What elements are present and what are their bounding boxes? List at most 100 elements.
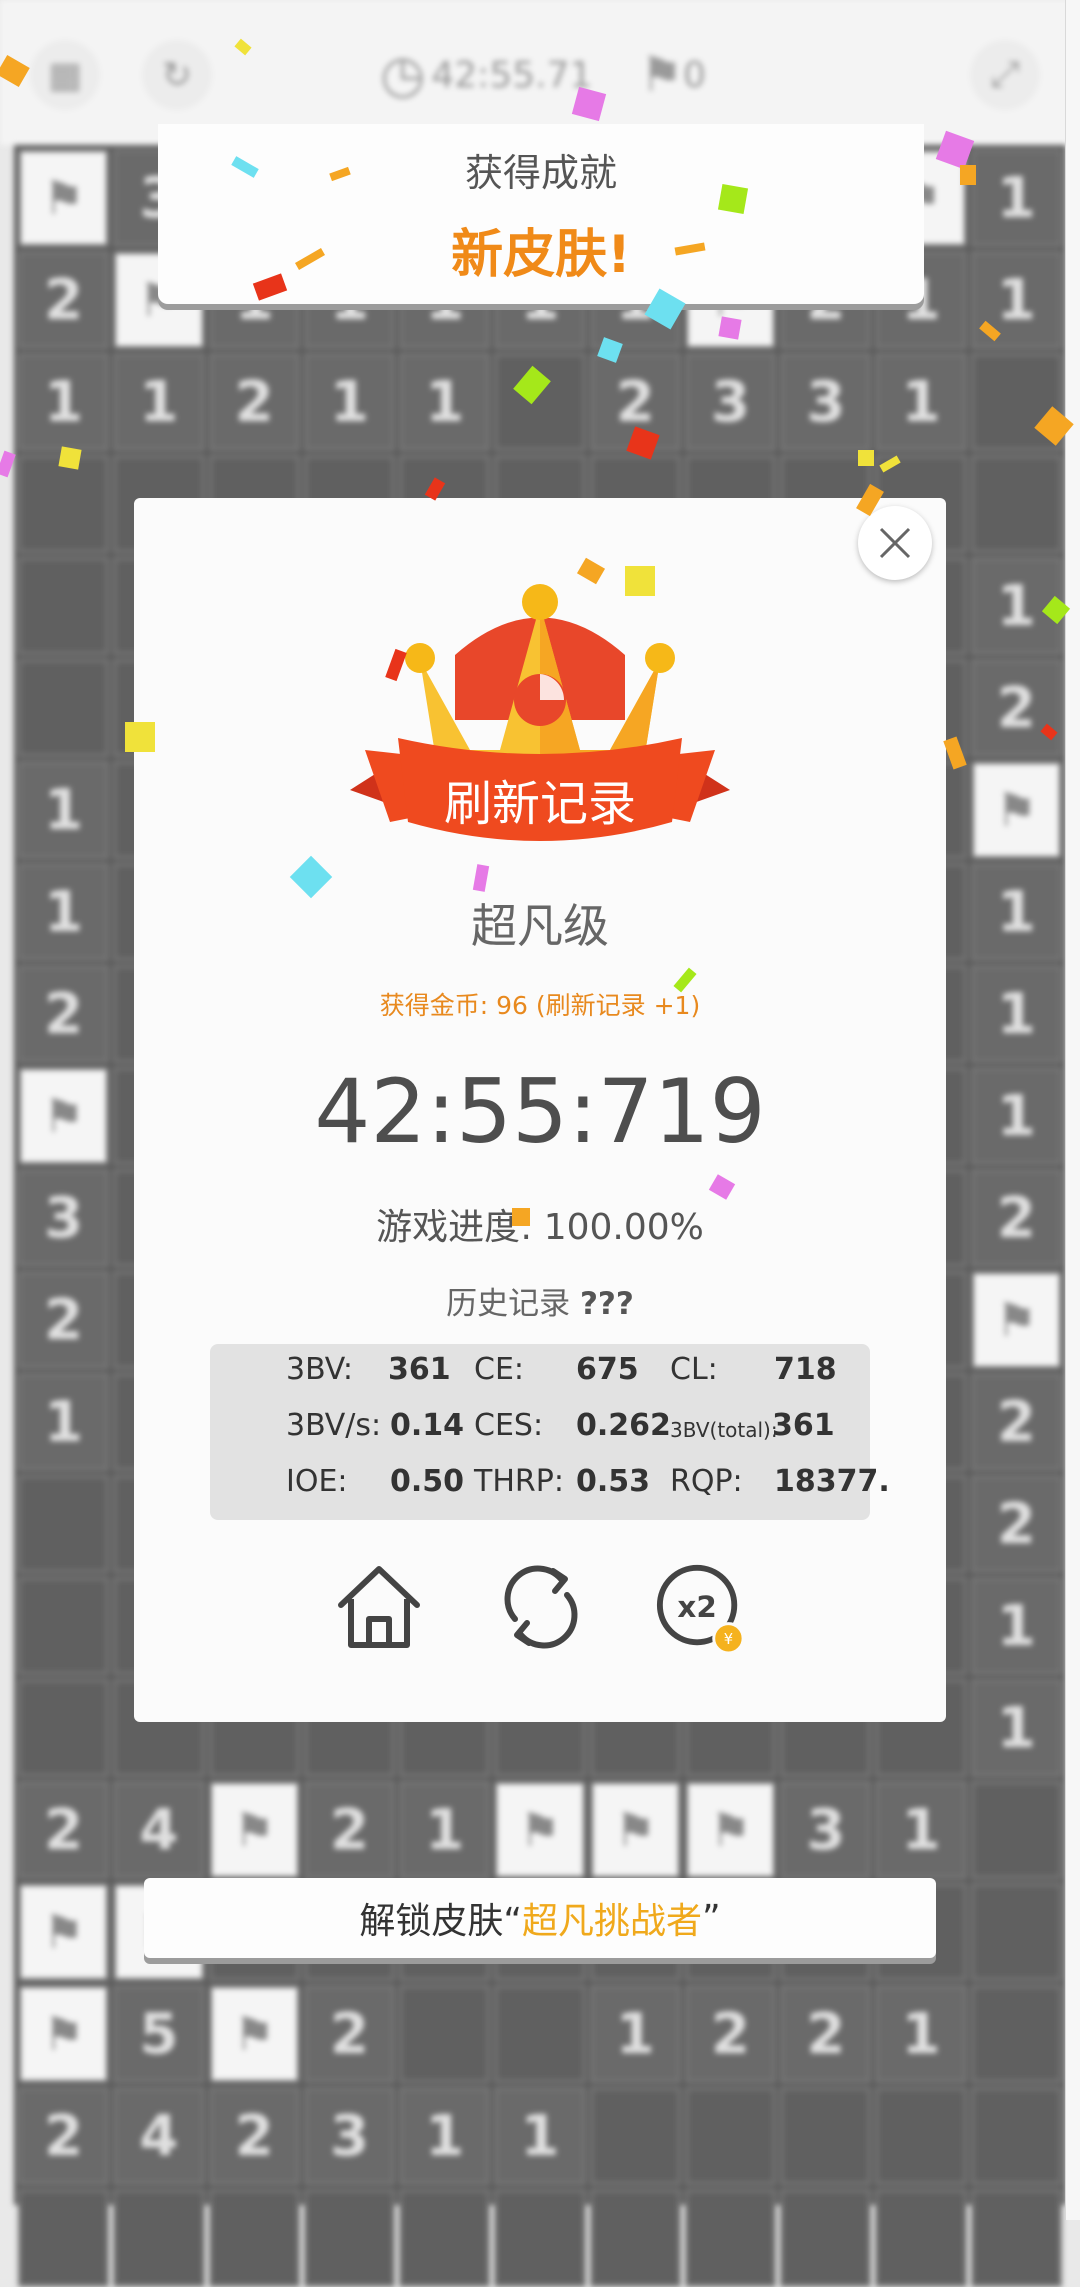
- flag-cell[interactable]: ⚑: [208, 1985, 300, 2083]
- board-cell[interactable]: 2: [970, 1475, 1062, 1573]
- stats-button[interactable]: ▦: [30, 40, 100, 110]
- board-cell[interactable]: 4: [113, 1781, 205, 1879]
- board-cell[interactable]: 2: [684, 1985, 777, 2083]
- board-cell[interactable]: 1: [970, 1577, 1062, 1675]
- board-cell[interactable]: 1: [875, 1781, 967, 1879]
- board-cell[interactable]: [18, 1577, 110, 1675]
- board-cell[interactable]: 2: [303, 1781, 396, 1879]
- flag-cell[interactable]: ⚑: [208, 1781, 300, 1879]
- rank-label: 超凡级: [471, 899, 609, 953]
- board-cell[interactable]: [303, 2189, 396, 2287]
- board-cell[interactable]: 2: [18, 1781, 110, 1879]
- board-cell[interactable]: [684, 2087, 777, 2185]
- board-cell[interactable]: 1: [18, 1373, 110, 1471]
- board-cell[interactable]: 2: [970, 1169, 1062, 1267]
- board-cell[interactable]: 2: [208, 353, 300, 451]
- home-button[interactable]: [332, 1560, 426, 1654]
- board-cell[interactable]: [875, 2189, 967, 2287]
- board-cell[interactable]: [589, 2189, 681, 2287]
- stat-label-3bvs: 3BV/s:: [286, 1408, 382, 1443]
- board-cell[interactable]: 4: [113, 2087, 205, 2185]
- flag-cell[interactable]: ⚑: [589, 1781, 681, 1879]
- record-banner-text: 刷新记录: [443, 776, 636, 832]
- board-cell[interactable]: 2: [18, 965, 110, 1063]
- board-cell[interactable]: 1: [399, 2087, 491, 2185]
- board-cell[interactable]: 2: [18, 1271, 110, 1369]
- board-cell[interactable]: [780, 2189, 872, 2287]
- board-cell[interactable]: 1: [113, 353, 205, 451]
- board-cell[interactable]: 3: [780, 353, 872, 451]
- board-cell[interactable]: [399, 1985, 491, 2083]
- board-cell[interactable]: 1: [970, 251, 1062, 349]
- board-cell[interactable]: [970, 1883, 1062, 1981]
- board-cell[interactable]: [780, 2087, 872, 2185]
- scrollbar[interactable]: [1065, 0, 1080, 2220]
- close-button[interactable]: [858, 506, 932, 580]
- board-cell[interactable]: 1: [875, 353, 967, 451]
- flag-cell[interactable]: ⚑: [18, 1883, 110, 1981]
- flag-cell[interactable]: ⚑: [18, 1985, 110, 2083]
- board-cell[interactable]: [18, 2189, 110, 2287]
- flag-cell[interactable]: ⚑: [970, 761, 1062, 859]
- board-cell[interactable]: 1: [399, 1781, 491, 1879]
- flag-cell[interactable]: ⚑: [970, 1271, 1062, 1369]
- board-cell[interactable]: [684, 2189, 777, 2287]
- double-reward-button[interactable]: x2 ¥: [654, 1560, 748, 1655]
- board-cell[interactable]: [970, 1985, 1062, 2083]
- board-cell[interactable]: 1: [589, 1985, 681, 2083]
- stat-label-cl: CL:: [670, 1352, 718, 1387]
- board-cell[interactable]: [113, 2189, 205, 2287]
- board-cell[interactable]: 2: [18, 251, 110, 349]
- flag-cell[interactable]: ⚑: [684, 1781, 777, 1879]
- board-cell[interactable]: 2: [18, 2087, 110, 2185]
- board-cell[interactable]: 2: [970, 1373, 1062, 1471]
- board-cell[interactable]: 2: [780, 1985, 872, 2083]
- restart-button[interactable]: [494, 1560, 588, 1654]
- board-cell[interactable]: [970, 2189, 1062, 2287]
- board-cell[interactable]: 2: [970, 659, 1062, 757]
- flag-cell[interactable]: ⚑: [18, 1067, 110, 1165]
- board-cell[interactable]: 3: [18, 1169, 110, 1267]
- board-cell[interactable]: [18, 659, 110, 757]
- confetti-piece: [512, 1208, 530, 1226]
- confetti-piece: [960, 165, 976, 185]
- board-cell[interactable]: 2: [303, 1985, 396, 2083]
- board-cell[interactable]: [970, 1781, 1062, 1879]
- stat-label-ioe: IOE:: [286, 1464, 348, 1499]
- achievement-title: 获得成就: [464, 151, 617, 195]
- board-cell[interactable]: [18, 1475, 110, 1573]
- board-cell[interactable]: 2: [208, 2087, 300, 2185]
- board-cell[interactable]: [875, 2087, 967, 2185]
- flag-cell[interactable]: ⚑: [18, 149, 110, 247]
- board-cell[interactable]: 1: [303, 353, 396, 451]
- board-cell[interactable]: [18, 557, 110, 655]
- board-cell[interactable]: 1: [18, 353, 110, 451]
- board-cell[interactable]: [970, 455, 1062, 553]
- board-cell[interactable]: [589, 2087, 681, 2185]
- restart-top-button[interactable]: ↻: [142, 40, 212, 110]
- board-cell[interactable]: 1: [970, 1067, 1062, 1165]
- board-cell[interactable]: 1: [970, 965, 1062, 1063]
- board-cell[interactable]: [494, 2189, 586, 2287]
- board-cell[interactable]: 1: [18, 863, 110, 961]
- board-cell[interactable]: 1: [970, 1679, 1062, 1777]
- board-cell[interactable]: 5: [113, 1985, 205, 2083]
- board-cell[interactable]: [494, 353, 586, 451]
- board-cell[interactable]: [208, 2189, 300, 2287]
- board-cell[interactable]: 1: [875, 1985, 967, 2083]
- zoom-button[interactable]: ⤢: [970, 40, 1040, 110]
- board-cell[interactable]: 3: [684, 353, 777, 451]
- board-cell[interactable]: [18, 455, 110, 553]
- board-cell[interactable]: 1: [970, 863, 1062, 961]
- board-cell[interactable]: [18, 1679, 110, 1777]
- board-cell[interactable]: 1: [494, 2087, 586, 2185]
- board-cell[interactable]: 1: [18, 761, 110, 859]
- flag-cell[interactable]: ⚑: [494, 1781, 586, 1879]
- board-cell[interactable]: [494, 1985, 586, 2083]
- board-cell[interactable]: [970, 2087, 1062, 2185]
- board-cell[interactable]: 1: [399, 353, 491, 451]
- board-cell[interactable]: [399, 2189, 491, 2287]
- board-cell[interactable]: 1: [970, 149, 1062, 247]
- board-cell[interactable]: 3: [780, 1781, 872, 1879]
- board-cell[interactable]: 3: [303, 2087, 396, 2185]
